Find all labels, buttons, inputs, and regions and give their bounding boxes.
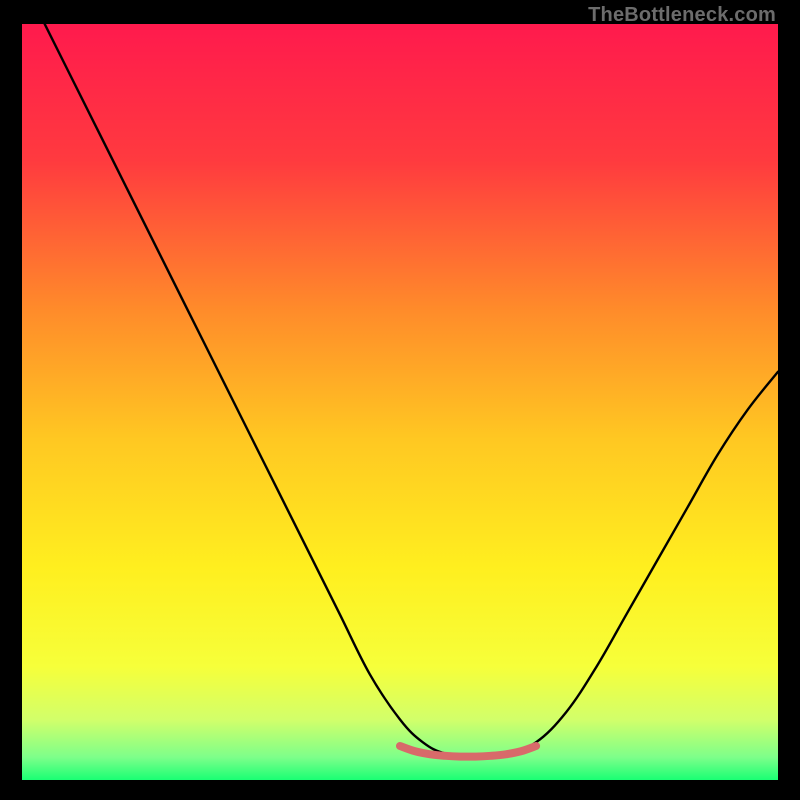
chart-container: TheBottleneck.com [0,0,800,800]
bottleneck-curve [45,24,778,756]
chart-curves [22,24,778,780]
plot-area [22,24,778,780]
watermark-text: TheBottleneck.com [588,4,776,27]
optimal-band [400,746,536,757]
